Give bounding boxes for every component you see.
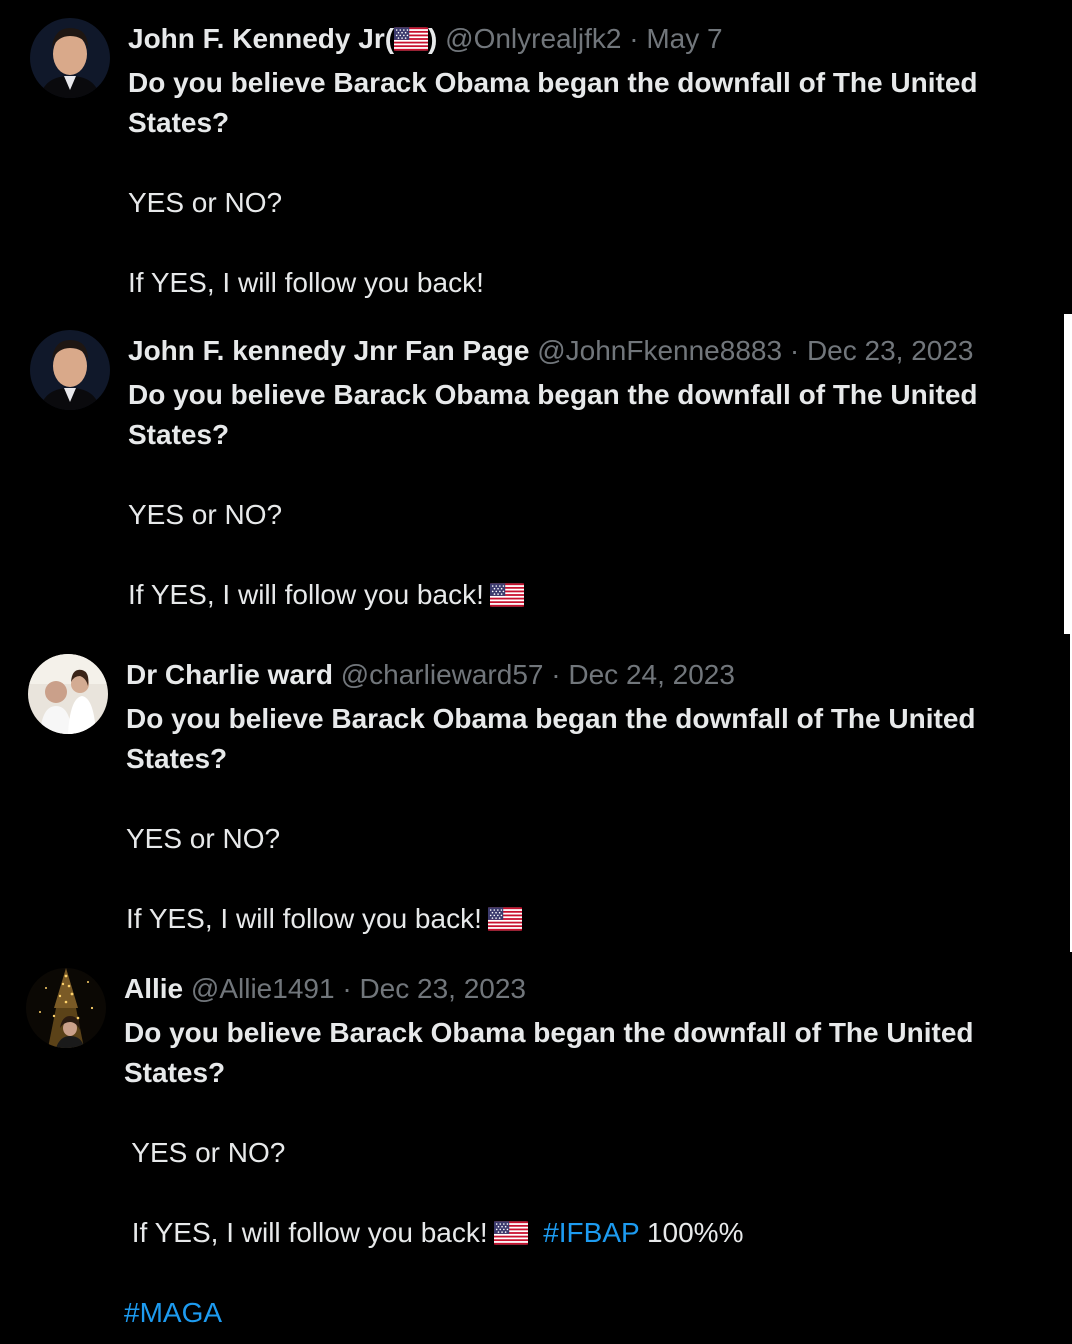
hashtag-link[interactable]: #MAGA xyxy=(124,1293,1054,1333)
tweet-header: Allie @Allie1491 · Dec 23, 2023 xyxy=(124,972,526,1006)
avatar[interactable] xyxy=(30,18,110,98)
tweet-question: Do you believe Barack Obama began the do… xyxy=(128,379,978,450)
tweet[interactable]: Dr Charlie ward @charlieward57 · Dec 24,… xyxy=(0,634,1070,952)
tweet-inline-text: 100%% xyxy=(646,1217,744,1248)
username-handle[interactable]: @Allie1491 xyxy=(191,973,335,1004)
us-flag-icon xyxy=(494,1221,528,1245)
tweet-text: Do you believe Barack Obama began the do… xyxy=(126,699,1056,939)
us-flag-icon xyxy=(490,583,524,607)
tweet[interactable]: Allie @Allie1491 · Dec 23, 2023 Do you b… xyxy=(0,952,1072,1344)
tweet-line: If YES, I will follow you back! xyxy=(128,267,484,298)
tweet-header: John F. kennedy Jnr Fan Page @JohnFkenne… xyxy=(128,334,974,368)
display-name[interactable]: Dr Charlie ward xyxy=(126,659,333,690)
tweet-date[interactable]: Dec 23, 2023 xyxy=(359,973,526,1004)
tweet-text: Do you believe Barack Obama began the do… xyxy=(128,375,1058,615)
avatar[interactable] xyxy=(26,968,106,1048)
tweet[interactable]: John F. kennedy Jnr Fan Page @JohnFkenne… xyxy=(0,314,1064,634)
tweet-header: Dr Charlie ward @charlieward57 · Dec 24,… xyxy=(126,658,735,692)
tweet-follow-line: If YES, I will follow you back! xyxy=(126,899,1056,939)
tweet-text: Do you believe Barack Obama began the do… xyxy=(128,63,1058,303)
username-handle[interactable]: @Onlyrealjfk2 xyxy=(445,23,621,54)
username-handle[interactable]: @charlieward57 xyxy=(341,659,544,690)
tweet-line: YES or NO? xyxy=(128,187,283,218)
hashtag-link[interactable]: #IFBAP xyxy=(543,1217,639,1248)
us-flag-icon xyxy=(394,27,428,51)
tweet-line: YES or NO? xyxy=(126,823,281,854)
tweet-follow-line: If YES, I will follow you back! #IFBAP 1… xyxy=(124,1217,744,1248)
tweet[interactable]: John F. Kennedy Jr() @Onlyrealjfk2 · May… xyxy=(0,0,1072,314)
tweet-date[interactable]: Dec 24, 2023 xyxy=(568,659,735,690)
avatar[interactable] xyxy=(28,654,108,734)
tweet-question: Do you believe Barack Obama began the do… xyxy=(128,67,978,138)
display-name[interactable]: John F. Kennedy Jr() xyxy=(128,23,437,54)
tweet-date[interactable]: Dec 23, 2023 xyxy=(807,335,974,366)
tweet-date[interactable]: May 7 xyxy=(646,23,722,54)
separator-dot: · xyxy=(342,973,352,1004)
tweet-question: Do you believe Barack Obama began the do… xyxy=(124,1017,974,1088)
separator-dot: · xyxy=(551,659,561,690)
display-name[interactable]: John F. kennedy Jnr Fan Page xyxy=(128,335,529,366)
avatar[interactable] xyxy=(30,330,110,410)
separator-dot: · xyxy=(629,23,639,54)
tweet-follow-line: If YES, I will follow you back! xyxy=(128,575,1058,615)
tweet-header: John F. Kennedy Jr() @Onlyrealjfk2 · May… xyxy=(128,22,723,56)
tweet-line: YES or NO? xyxy=(124,1137,286,1168)
screenshot-edge xyxy=(1064,314,1072,634)
tweet-question: Do you believe Barack Obama began the do… xyxy=(126,703,976,774)
username-handle[interactable]: @JohnFkenne8883 xyxy=(537,335,782,366)
tweet-text: Do you believe Barack Obama began the do… xyxy=(124,1013,1054,1333)
separator-dot: · xyxy=(789,335,800,366)
tweet-line: YES or NO? xyxy=(128,499,283,530)
us-flag-icon xyxy=(488,907,522,931)
display-name[interactable]: Allie xyxy=(124,973,183,1004)
